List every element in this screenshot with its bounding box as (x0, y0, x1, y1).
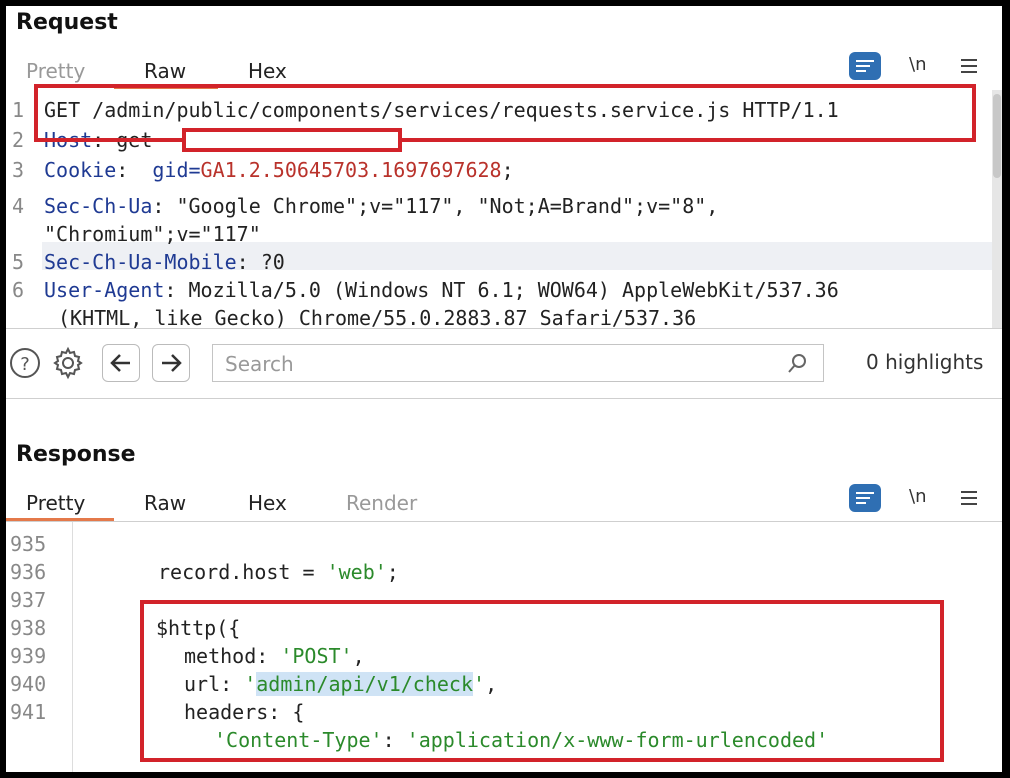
header-value: "Google Chrome";v="117", "Not;A=Brand";v… (176, 194, 719, 218)
header-key: Sec-Ch-Ua-Mobile (44, 250, 237, 274)
highlights-count: 0 highlights (866, 350, 984, 374)
response-tab-render[interactable]: Render (346, 488, 417, 518)
header-value: Mozilla/5.0 (Windows NT 6.1; WOW64) Appl… (188, 278, 839, 302)
cookie-suffix: ; (501, 158, 514, 182)
request-wrap-lines-button[interactable] (849, 52, 881, 80)
help-button[interactable]: ? (8, 344, 46, 382)
sec-ch-ua-line: Sec-Ch-Ua: "Google Chrome";v="117", "Not… (44, 194, 719, 218)
help-icon: ? (10, 348, 40, 378)
request-menu-icon[interactable] (961, 59, 977, 77)
response-newline-toggle[interactable]: \n (909, 486, 926, 507)
line-number: 3 (12, 158, 25, 182)
annotation-box-http-call (140, 600, 944, 762)
annotation-box-request-line (34, 84, 976, 142)
cookie-value: GA1.2.50645703.1697697628 (200, 158, 502, 182)
code-text: ; (386, 560, 399, 584)
response-tab-hex[interactable]: Hex (248, 488, 287, 518)
arrow-right-icon (162, 354, 182, 372)
arrow-left-icon (110, 354, 130, 372)
request-tab-pretty[interactable]: Pretty (26, 56, 85, 86)
line-number: 935 (10, 532, 47, 556)
gear-icon (53, 346, 83, 380)
line-number: 939 (10, 644, 47, 668)
cookie-name: gid= (152, 158, 201, 182)
previous-match-button[interactable] (102, 344, 140, 382)
code-text: record.host = (158, 560, 327, 584)
response-wrap-lines-button[interactable] (849, 484, 881, 512)
svg-text:?: ? (20, 354, 30, 375)
gutter-separator (72, 522, 73, 772)
line-number: 1 (12, 98, 25, 122)
next-match-button[interactable] (152, 344, 190, 382)
request-scrollbar[interactable] (992, 90, 1002, 328)
search-icon (788, 354, 806, 373)
settings-button[interactable] (50, 344, 88, 382)
code-host-line: record.host = 'web'; (158, 560, 399, 584)
search-input[interactable] (223, 351, 767, 377)
annotation-box-host-redaction (182, 128, 402, 152)
user-agent-line: User-Agent: Mozilla/5.0 (Windows NT 6.1;… (44, 278, 839, 302)
request-title: Request (16, 10, 118, 35)
line-number: 937 (10, 588, 47, 612)
response-tab-pretty[interactable]: Pretty (26, 488, 85, 518)
header-key: Sec-Ch-Ua (44, 194, 153, 218)
response-tab-raw[interactable]: Raw (144, 488, 186, 518)
search-box (212, 344, 824, 382)
header-key: Cookie (44, 158, 117, 182)
header-value: ?0 (260, 250, 285, 274)
line-number: 941 (10, 700, 47, 724)
code-string: 'web' (326, 560, 387, 584)
divider (6, 398, 1002, 399)
request-tab-hex[interactable]: Hex (248, 56, 287, 86)
line-number: 938 (10, 616, 47, 640)
response-tabs: Pretty Raw Hex Render (6, 488, 506, 522)
cookie-header-line: Cookie: gid=GA1.2.50645703.1697697628; (44, 158, 514, 182)
line-number: 5 (12, 250, 25, 274)
request-newline-toggle[interactable]: \n (909, 54, 926, 75)
line-number: 4 (12, 194, 25, 218)
line-number: 936 (10, 560, 47, 584)
user-agent-continuation: (KHTML, like Gecko) Chrome/55.0.2883.87 … (58, 306, 697, 328)
line-number: 940 (10, 672, 47, 696)
divider (6, 328, 1002, 329)
header-key: User-Agent (44, 278, 165, 302)
request-tab-raw[interactable]: Raw (144, 56, 186, 86)
response-menu-icon[interactable] (961, 491, 977, 509)
response-title: Response (16, 442, 136, 467)
line-number: 2 (12, 128, 25, 152)
http-viewer-frame: Request Pretty Raw Hex \n 1 GET /admin/p… (6, 6, 1002, 772)
sec-ch-ua-mobile-line: Sec-Ch-Ua-Mobile: ?0 (44, 250, 285, 274)
line-number: 6 (12, 278, 25, 302)
sec-ch-ua-continuation: "Chromium";v="117" (44, 222, 261, 246)
